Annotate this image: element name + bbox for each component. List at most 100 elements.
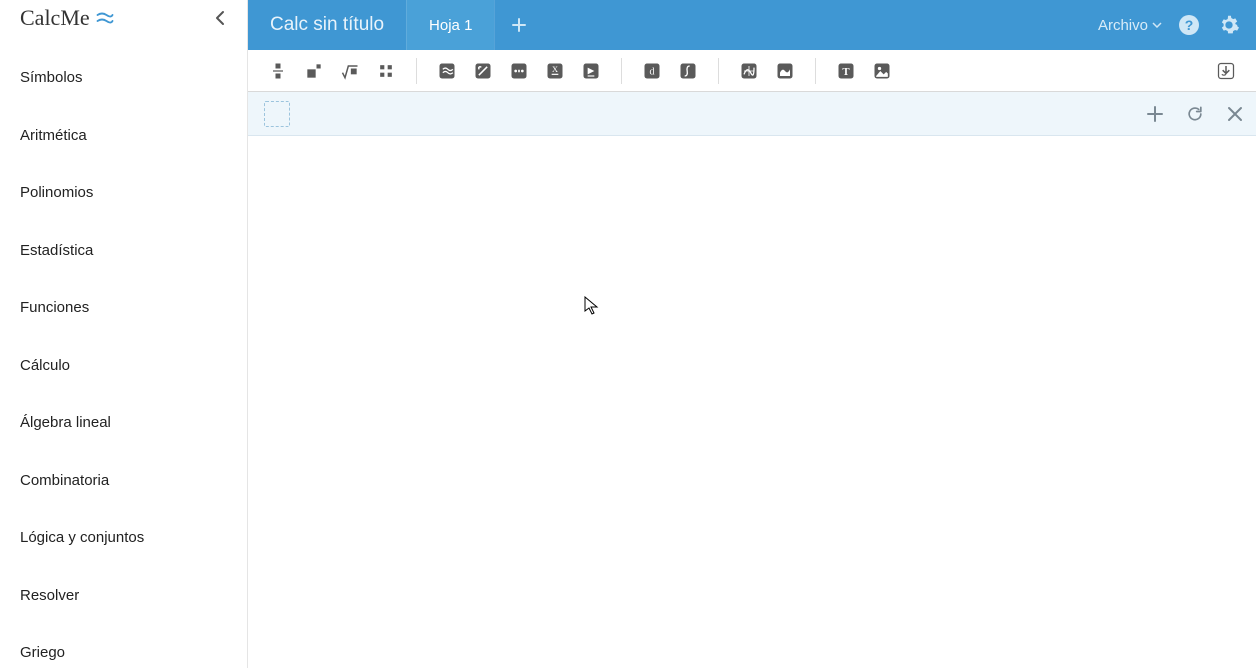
plot-fn-icon — [739, 61, 759, 81]
sidebar-item-algebra-lineal[interactable]: Álgebra lineal — [0, 403, 247, 443]
canvas[interactable] — [248, 136, 1256, 668]
logic-icon — [473, 61, 493, 81]
doc-title-text: Calc sin título — [270, 14, 384, 36]
chevron-left-icon — [215, 10, 225, 26]
tool-download-graph[interactable] — [1208, 53, 1244, 89]
root-icon — [340, 61, 360, 81]
cursor-icon — [584, 296, 600, 316]
svg-text:X: X — [552, 64, 558, 73]
tool-interval[interactable] — [501, 53, 537, 89]
sidebar-item-resolver[interactable]: Resolver — [0, 576, 247, 616]
tool-group-right — [1202, 50, 1250, 91]
toolbar-separator — [815, 58, 816, 84]
help-button[interactable]: ? — [1176, 12, 1202, 38]
close-icon — [1227, 106, 1243, 122]
sidebar-collapse-button[interactable] — [211, 6, 229, 30]
input-actions — [1144, 103, 1246, 125]
main: Calc sin título Hoja 1 Archivo ? — [248, 0, 1256, 668]
input-row[interactable] — [248, 92, 1256, 136]
tool-root[interactable] — [332, 53, 368, 89]
download-graph-icon — [1216, 61, 1236, 81]
gear-icon — [1218, 14, 1240, 36]
matrix-icon — [376, 61, 396, 81]
refresh-icon — [1185, 104, 1205, 124]
diff-icon: d — [642, 61, 662, 81]
toolbar-separator — [718, 58, 719, 84]
logo-swirl-icon — [96, 10, 114, 26]
toolbar-separator — [416, 58, 417, 84]
sidebar-item-funciones[interactable]: Funciones — [0, 288, 247, 328]
tool-group-calc: d — [628, 50, 712, 91]
toolbar-separator — [621, 58, 622, 84]
sidebar-item-calculo[interactable]: Cálculo — [0, 346, 247, 386]
tool-text[interactable]: T — [828, 53, 864, 89]
tab-hoja-1[interactable]: Hoja 1 — [406, 0, 494, 50]
sidebar-item-logica-conjuntos[interactable]: Lógica y conjuntos — [0, 518, 247, 558]
sidebar-item-polinomios[interactable]: Polinomios — [0, 173, 247, 213]
file-menu-label: Archivo — [1098, 17, 1148, 34]
settings-button[interactable] — [1216, 12, 1242, 38]
tool-xsub[interactable]: X — [537, 53, 573, 89]
tool-fraction[interactable] — [260, 53, 296, 89]
svg-text:d: d — [650, 66, 655, 77]
sidebar-header: CalcMe — [0, 0, 247, 36]
interval-icon — [509, 61, 529, 81]
sidebar-item-griego[interactable]: Griego — [0, 633, 247, 668]
svg-text:?: ? — [1185, 17, 1194, 33]
topbar-right: Archivo ? — [1084, 0, 1256, 50]
sidebar-item-label: Funciones — [20, 299, 89, 316]
tool-logic[interactable] — [465, 53, 501, 89]
image-icon — [872, 61, 892, 81]
sidebar-item-label: Griego — [20, 644, 65, 661]
file-menu[interactable]: Archivo — [1098, 17, 1162, 34]
svg-text:T: T — [842, 66, 850, 78]
tool-group-insert: T — [822, 50, 906, 91]
input-close-button[interactable] — [1224, 103, 1246, 125]
tool-integral[interactable] — [670, 53, 706, 89]
tool-group-basic — [254, 50, 410, 91]
input-placeholder-box[interactable] — [264, 101, 290, 127]
text-icon: T — [836, 61, 856, 81]
sidebar-item-aritmetica[interactable]: Aritmética — [0, 116, 247, 156]
sidebar-item-label: Polinomios — [20, 184, 93, 201]
exponent-icon — [304, 61, 324, 81]
tool-image[interactable] — [864, 53, 900, 89]
sidebar-item-label: Estadística — [20, 242, 93, 259]
tool-group-plot — [725, 50, 809, 91]
sidebar-item-simbolos[interactable]: Símbolos — [0, 58, 247, 98]
tab-label: Hoja 1 — [429, 17, 472, 34]
sidebar-item-combinatoria[interactable]: Combinatoria — [0, 461, 247, 501]
xsub-icon: X — [545, 61, 565, 81]
tool-diff[interactable]: d — [634, 53, 670, 89]
approx-icon — [437, 61, 457, 81]
sidebar: CalcMe Símbolos Aritmética Polinomios Es… — [0, 0, 248, 668]
sidebar-item-label: Cálculo — [20, 357, 70, 374]
sidebar-item-label: Combinatoria — [20, 472, 109, 489]
sidebar-item-label: Símbolos — [20, 69, 83, 86]
tool-plot-fn[interactable] — [731, 53, 767, 89]
integral-icon — [678, 61, 698, 81]
sidebar-item-label: Aritmética — [20, 127, 87, 144]
tab-add-button[interactable] — [494, 0, 542, 50]
tool-matrix[interactable] — [368, 53, 404, 89]
tool-eval[interactable] — [573, 53, 609, 89]
doc-title[interactable]: Calc sin título — [248, 0, 406, 50]
tool-exponent[interactable] — [296, 53, 332, 89]
app-name: CalcMe — [20, 5, 90, 31]
plus-icon — [511, 17, 527, 33]
topbar: Calc sin título Hoja 1 Archivo ? — [248, 0, 1256, 50]
plot-region-icon — [775, 61, 795, 81]
tool-plot-region[interactable] — [767, 53, 803, 89]
sidebar-item-estadistica[interactable]: Estadística — [0, 231, 247, 271]
toolbar: X d — [248, 50, 1256, 92]
tool-group-eval: X — [423, 50, 615, 91]
tool-approx[interactable] — [429, 53, 465, 89]
eval-icon — [581, 61, 601, 81]
input-add-button[interactable] — [1144, 103, 1166, 125]
caret-down-icon — [1152, 22, 1162, 28]
fraction-icon — [268, 61, 288, 81]
sidebar-item-label: Lógica y conjuntos — [20, 529, 144, 546]
sidebar-nav: Símbolos Aritmética Polinomios Estadísti… — [0, 36, 247, 668]
plus-icon — [1146, 105, 1164, 123]
input-refresh-button[interactable] — [1184, 103, 1206, 125]
